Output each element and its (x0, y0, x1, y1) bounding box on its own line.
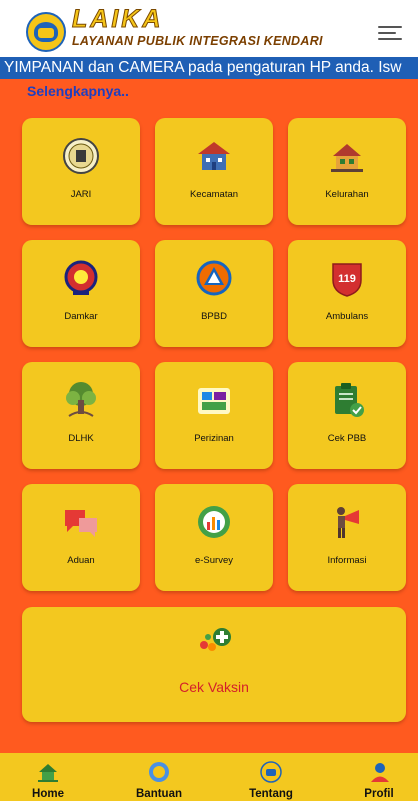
service-label: Kecamatan (189, 189, 239, 200)
service-label: BPBD (201, 311, 227, 322)
cek-vaksin-label: Cek Vaksin (179, 679, 249, 695)
nav-bantuan[interactable]: Bantuan (119, 753, 199, 801)
megaphone-icon (337, 507, 359, 538)
nav-profil[interactable]: Profil (339, 753, 418, 801)
service-label: Perizinan (194, 433, 234, 444)
svg-text:119: 119 (338, 273, 356, 285)
dpmptsp-logo-icon (198, 388, 230, 414)
house-icon (331, 144, 363, 172)
app-name: LAIKA (71, 5, 164, 34)
service-tile-perizinan[interactable]: Perizinan (155, 362, 273, 469)
announcement-marquee: YIMPANAN dan CAMERA pada pengaturan HP a… (0, 57, 418, 79)
help-icon (149, 762, 169, 782)
app-header: LAIKA LAYANAN PUBLIK INTEGRASI KENDARI (0, 0, 418, 56)
service-tile-bpbd[interactable]: BPBD (155, 240, 273, 347)
bottom-navigation: Home Bantuan Tentang Profil (0, 753, 418, 801)
service-tile-kelurahan[interactable]: Kelurahan (288, 118, 406, 225)
nav-label: Home (32, 788, 64, 800)
service-label: Ambulans (325, 311, 369, 322)
service-label: e-Survey (194, 555, 233, 566)
clipboard-check-icon (335, 383, 364, 417)
ambulance-119-icon: 119 (332, 263, 362, 297)
chat-bubbles-icon (65, 510, 97, 537)
service-label: JARI (70, 189, 92, 200)
nav-home[interactable]: Home (8, 753, 88, 801)
hamburger-menu-icon[interactable] (378, 26, 404, 42)
service-label: Aduan (67, 555, 95, 566)
service-tile-damkar[interactable]: Damkar (22, 240, 140, 347)
app-subtitle: LAYANAN PUBLIK INTEGRASI KENDARI (72, 34, 323, 48)
profile-icon (371, 763, 389, 782)
tree-icon (66, 382, 96, 417)
nav-label: Tentang (249, 788, 293, 800)
services-panel: Selengkapnya.. JARI Kecamatan Kelurahan (0, 79, 418, 753)
vaccine-icon (200, 628, 231, 651)
bpbd-emblem-icon (196, 260, 232, 296)
service-tile-jari[interactable]: JARI (22, 118, 140, 225)
cek-vaksin-tile[interactable]: Cek Vaksin (22, 607, 406, 722)
service-tile-cek-pbb[interactable]: Cek PBB (288, 362, 406, 469)
service-label: Damkar (64, 311, 98, 322)
read-more-link[interactable]: Selengkapnya.. (27, 83, 129, 99)
service-tile-informasi[interactable]: Informasi (288, 484, 406, 591)
announcement-text: YIMPANAN dan CAMERA pada pengaturan HP a… (4, 59, 402, 76)
service-label: Cek PBB (327, 433, 367, 444)
jari-emblem-icon (63, 138, 99, 174)
service-tile-kecamatan[interactable]: Kecamatan (155, 118, 273, 225)
service-tile-e-survey[interactable]: e-Survey (155, 484, 273, 591)
nav-label: Profil (364, 788, 394, 800)
about-logo-icon (260, 761, 282, 783)
service-tile-ambulans[interactable]: 119 Ambulans (288, 240, 406, 347)
building-icon (198, 142, 230, 170)
service-label: Kelurahan (325, 189, 369, 200)
laika-logo-icon (26, 12, 66, 52)
service-label: Informasi (327, 555, 367, 566)
service-label: DLHK (68, 433, 94, 444)
service-tile-dlhk[interactable]: DLHK (22, 362, 140, 469)
nav-label: Bantuan (136, 788, 182, 800)
survey-chart-icon (198, 506, 230, 538)
service-tile-aduan[interactable]: Aduan (22, 484, 140, 591)
home-icon (38, 764, 58, 782)
damkar-emblem-icon (64, 260, 98, 295)
nav-tentang[interactable]: Tentang (231, 753, 311, 801)
